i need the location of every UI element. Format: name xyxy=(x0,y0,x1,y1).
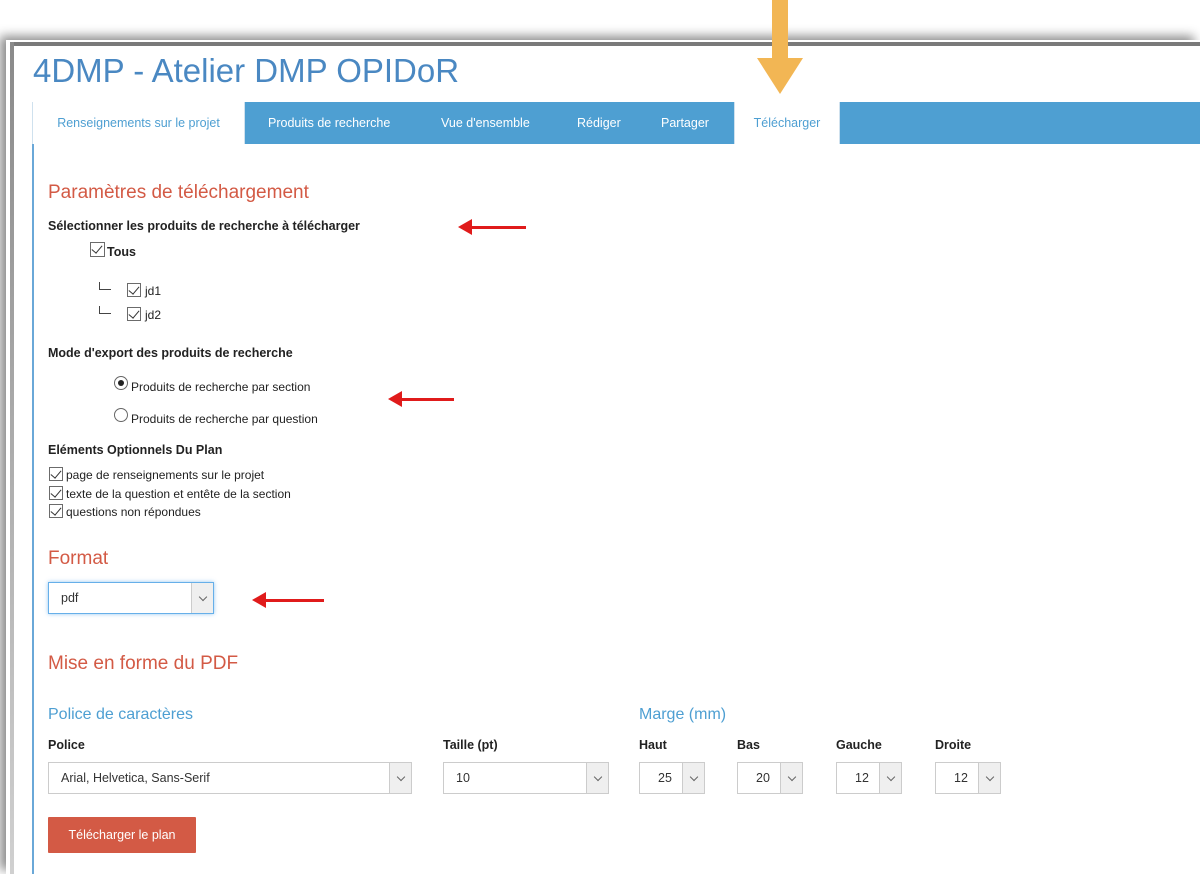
margin-left-select[interactable]: 12 xyxy=(836,762,902,794)
margin-right-select[interactable]: 12 xyxy=(935,762,1001,794)
margin-right-label: Droite xyxy=(935,738,972,752)
optional-unanswered-checkbox[interactable] xyxy=(49,504,63,518)
chevron-down-icon xyxy=(978,763,1000,793)
pdf-format-heading: Mise en forme du PDF xyxy=(48,653,239,674)
export-mode-label: Mode d'export des produits de recherche xyxy=(48,346,293,360)
format-select-value: pdf xyxy=(61,591,79,605)
window-frame xyxy=(6,40,1200,874)
format-select[interactable]: pdf xyxy=(48,582,214,614)
content-left-border xyxy=(32,144,34,874)
optional-unanswered-label: questions non répondues xyxy=(66,505,201,519)
optional-project-info-checkbox[interactable] xyxy=(49,467,63,481)
tab-share[interactable]: Partager xyxy=(661,102,709,144)
tree-connector xyxy=(99,306,111,314)
margin-top-select[interactable]: 25 xyxy=(639,762,705,794)
margin-bottom-label: Bas xyxy=(737,738,760,752)
margin-bottom-select[interactable]: 20 xyxy=(737,762,803,794)
app-title: 4DMP - Atelier DMP OPIDoR xyxy=(33,52,460,89)
tab-research-products[interactable]: Produits de recherche xyxy=(268,102,390,144)
margin-top-label: Haut xyxy=(639,738,667,752)
margin-left-value: 12 xyxy=(855,771,869,785)
chevron-down-icon xyxy=(780,763,802,793)
margin-left-label: Gauche xyxy=(836,738,882,752)
window-frame-left-edge xyxy=(10,42,14,874)
margin-top-value: 25 xyxy=(658,771,672,785)
tab-download[interactable]: Télécharger xyxy=(734,102,840,144)
optional-project-info-label: page de renseignements sur le projet xyxy=(66,468,265,482)
size-select-value: 10 xyxy=(456,771,470,785)
annotation-arrow-down-icon xyxy=(757,0,803,94)
download-params-heading: Paramètres de téléchargement xyxy=(48,182,309,203)
tab-write[interactable]: Rédiger xyxy=(577,102,621,144)
chevron-down-icon xyxy=(191,583,213,613)
format-heading: Format xyxy=(48,548,109,569)
font-select-value: Arial, Helvetica, Sans-Serif xyxy=(61,771,210,785)
export-by-section-label: Produits de recherche par section xyxy=(131,380,311,394)
chevron-down-icon xyxy=(879,763,901,793)
chevron-down-icon xyxy=(586,763,608,793)
main-nav: Renseignements sur le projet Produits de… xyxy=(32,102,1200,144)
font-heading: Police de caractères xyxy=(48,706,193,723)
tree-connector xyxy=(99,282,111,290)
chevron-down-icon xyxy=(389,763,411,793)
size-select[interactable]: 10 xyxy=(443,762,609,794)
window-frame-top-edge xyxy=(10,42,1200,46)
product-jd1-checkbox[interactable] xyxy=(127,283,141,297)
optional-question-text-label: texte de la question et entête de la sec… xyxy=(66,487,291,501)
download-plan-button[interactable]: Télécharger le plan xyxy=(48,817,196,853)
margin-right-value: 12 xyxy=(954,771,968,785)
font-label: Police xyxy=(48,738,85,752)
font-select[interactable]: Arial, Helvetica, Sans-Serif xyxy=(48,762,412,794)
chevron-down-icon xyxy=(682,763,704,793)
margin-bottom-value: 20 xyxy=(756,771,770,785)
all-products-checkbox[interactable] xyxy=(90,242,105,257)
annotation-arrow-left-icon xyxy=(252,592,324,608)
annotation-arrow-left-icon xyxy=(458,219,526,235)
product-jd1-label: jd1 xyxy=(145,284,162,298)
tab-project-info[interactable]: Renseignements sur le projet xyxy=(32,102,245,144)
tab-overview[interactable]: Vue d'ensemble xyxy=(441,102,530,144)
product-jd2-checkbox[interactable] xyxy=(127,307,141,321)
export-by-section-radio[interactable] xyxy=(114,376,128,390)
select-products-label: Sélectionner les produits de recherche à… xyxy=(48,219,360,233)
product-jd2-label: jd2 xyxy=(145,308,162,322)
margin-heading: Marge (mm) xyxy=(639,706,727,723)
size-label: Taille (pt) xyxy=(443,738,498,752)
all-products-label: Tous xyxy=(107,245,136,259)
optional-question-text-checkbox[interactable] xyxy=(49,486,63,500)
export-by-question-label: Produits de recherche par question xyxy=(131,412,318,426)
optional-elements-label: Eléments Optionnels Du Plan xyxy=(48,443,223,457)
export-by-question-radio[interactable] xyxy=(114,408,128,422)
annotation-arrow-left-icon xyxy=(388,391,454,407)
